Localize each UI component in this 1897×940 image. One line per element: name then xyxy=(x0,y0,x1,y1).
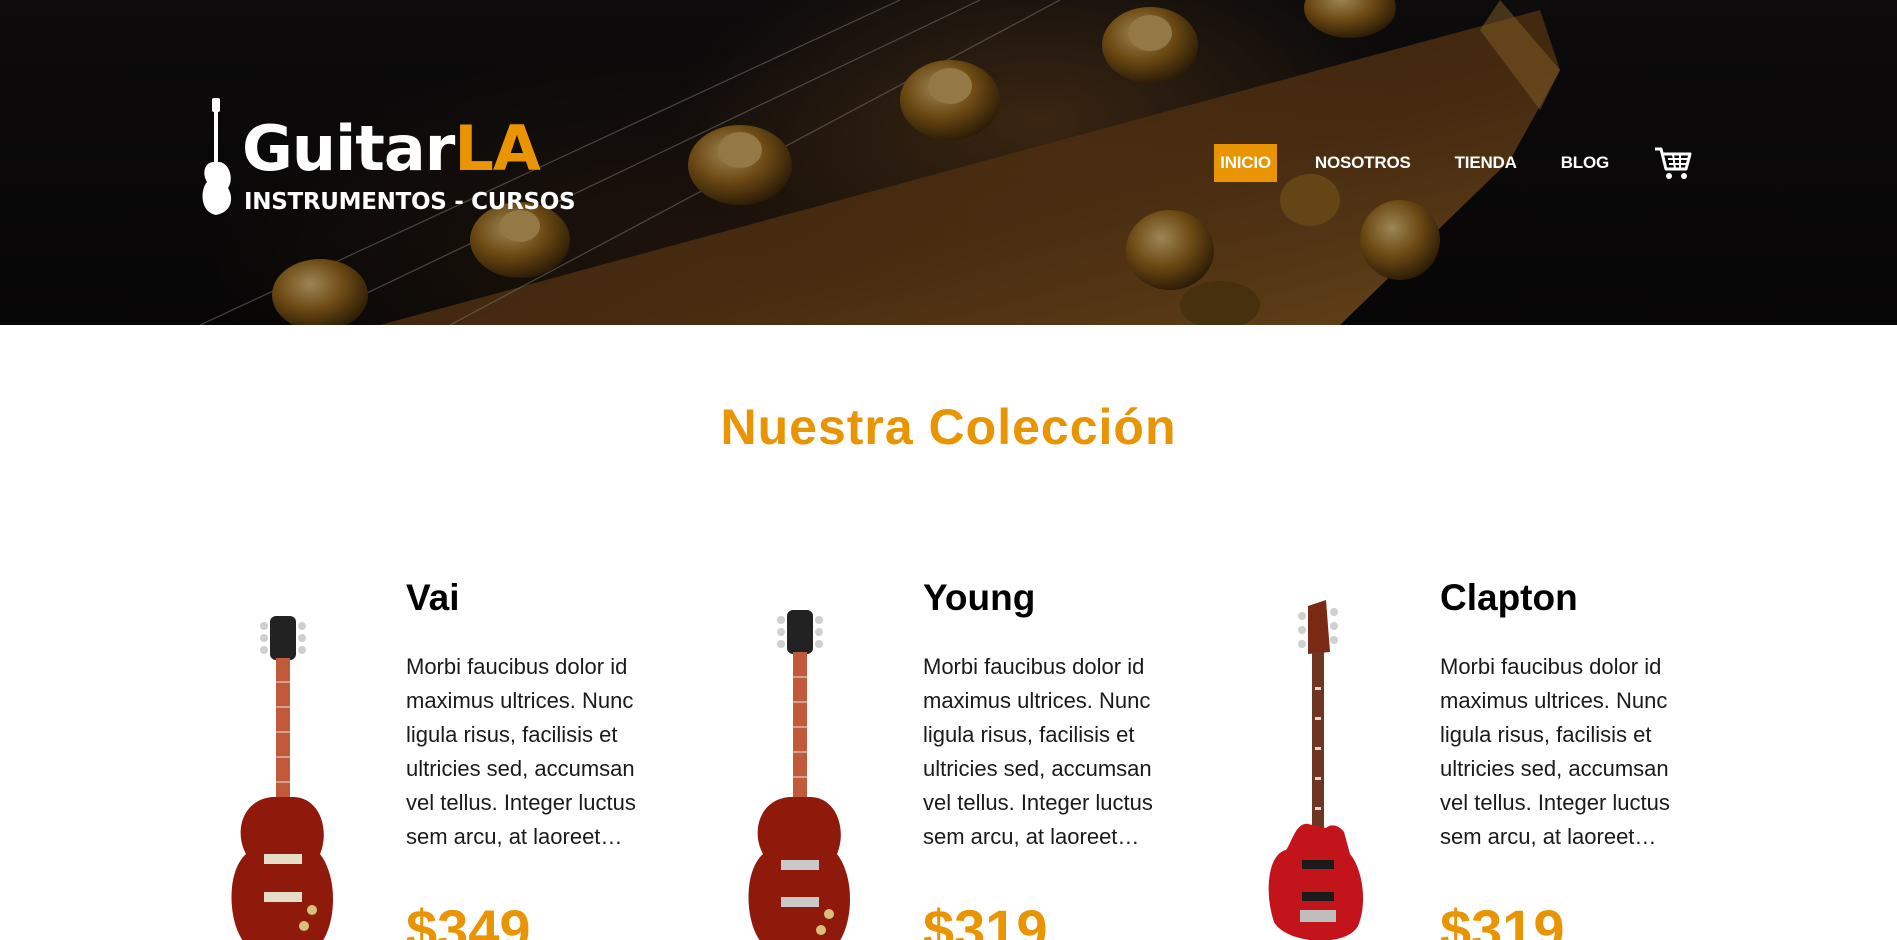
guitar-body xyxy=(1268,823,1364,940)
product-price: $319 xyxy=(923,898,1048,940)
main-navigation: INICIO NOSOTROS TIENDA BLOG xyxy=(1214,143,1693,183)
logo-brand-accent: LA xyxy=(454,112,540,185)
product-description: Morbi faucibus dolor id maximus ultrices… xyxy=(1440,654,1670,849)
product-description: Morbi faucibus dolor id maximus ultrices… xyxy=(923,654,1153,849)
site-header: GuitarLA INSTRUMENTOS - CURSOS INICIO NO… xyxy=(0,0,1897,325)
nav-link-inicio[interactable]: INICIO xyxy=(1214,144,1277,182)
product-card[interactable]: Young Morbi faucibus dolor id maximus ul… xyxy=(729,578,1199,940)
nav-link-tienda[interactable]: TIENDA xyxy=(1449,144,1523,182)
product-name[interactable]: Young xyxy=(923,578,1173,618)
product-price: $349 xyxy=(406,898,531,940)
nav-link-nosotros[interactable]: NOSOTROS xyxy=(1309,144,1417,182)
collection-heading: Nuestra Colección xyxy=(720,399,1177,455)
site-logo[interactable]: GuitarLA INSTRUMENTOS - CURSOS xyxy=(198,98,578,220)
shopping-cart-icon[interactable] xyxy=(1653,145,1693,181)
product-card[interactable]: Clapton Morbi faucibus dolor id maximus … xyxy=(1246,578,1716,940)
guitar-image-young xyxy=(748,610,850,940)
product-info: Clapton Morbi faucibus dolor id maximus … xyxy=(1440,578,1690,940)
product-price: $319 xyxy=(1440,898,1565,940)
product-grid: Vai Morbi faucibus dolor id maximus ultr… xyxy=(212,578,1692,940)
logo-brand-main: Guitar xyxy=(242,112,455,185)
product-name[interactable]: Vai xyxy=(406,578,656,618)
guitar-image-vai xyxy=(231,616,333,940)
guitar-logo-icon xyxy=(202,98,232,215)
guitar-image-clapton xyxy=(1268,600,1364,940)
logo-wordmark: GuitarLA xyxy=(242,118,541,180)
product-info: Vai Morbi faucibus dolor id maximus ultr… xyxy=(406,578,656,940)
product-info: Young Morbi faucibus dolor id maximus ul… xyxy=(923,578,1173,940)
product-name[interactable]: Clapton xyxy=(1440,578,1690,618)
logo-tagline: INSTRUMENTOS - CURSOS xyxy=(244,189,576,215)
guitar-body xyxy=(231,797,333,940)
product-description: Morbi faucibus dolor id maximus ultrices… xyxy=(406,654,636,849)
product-card[interactable]: Vai Morbi faucibus dolor id maximus ultr… xyxy=(212,578,682,940)
nav-link-blog[interactable]: BLOG xyxy=(1555,144,1615,182)
